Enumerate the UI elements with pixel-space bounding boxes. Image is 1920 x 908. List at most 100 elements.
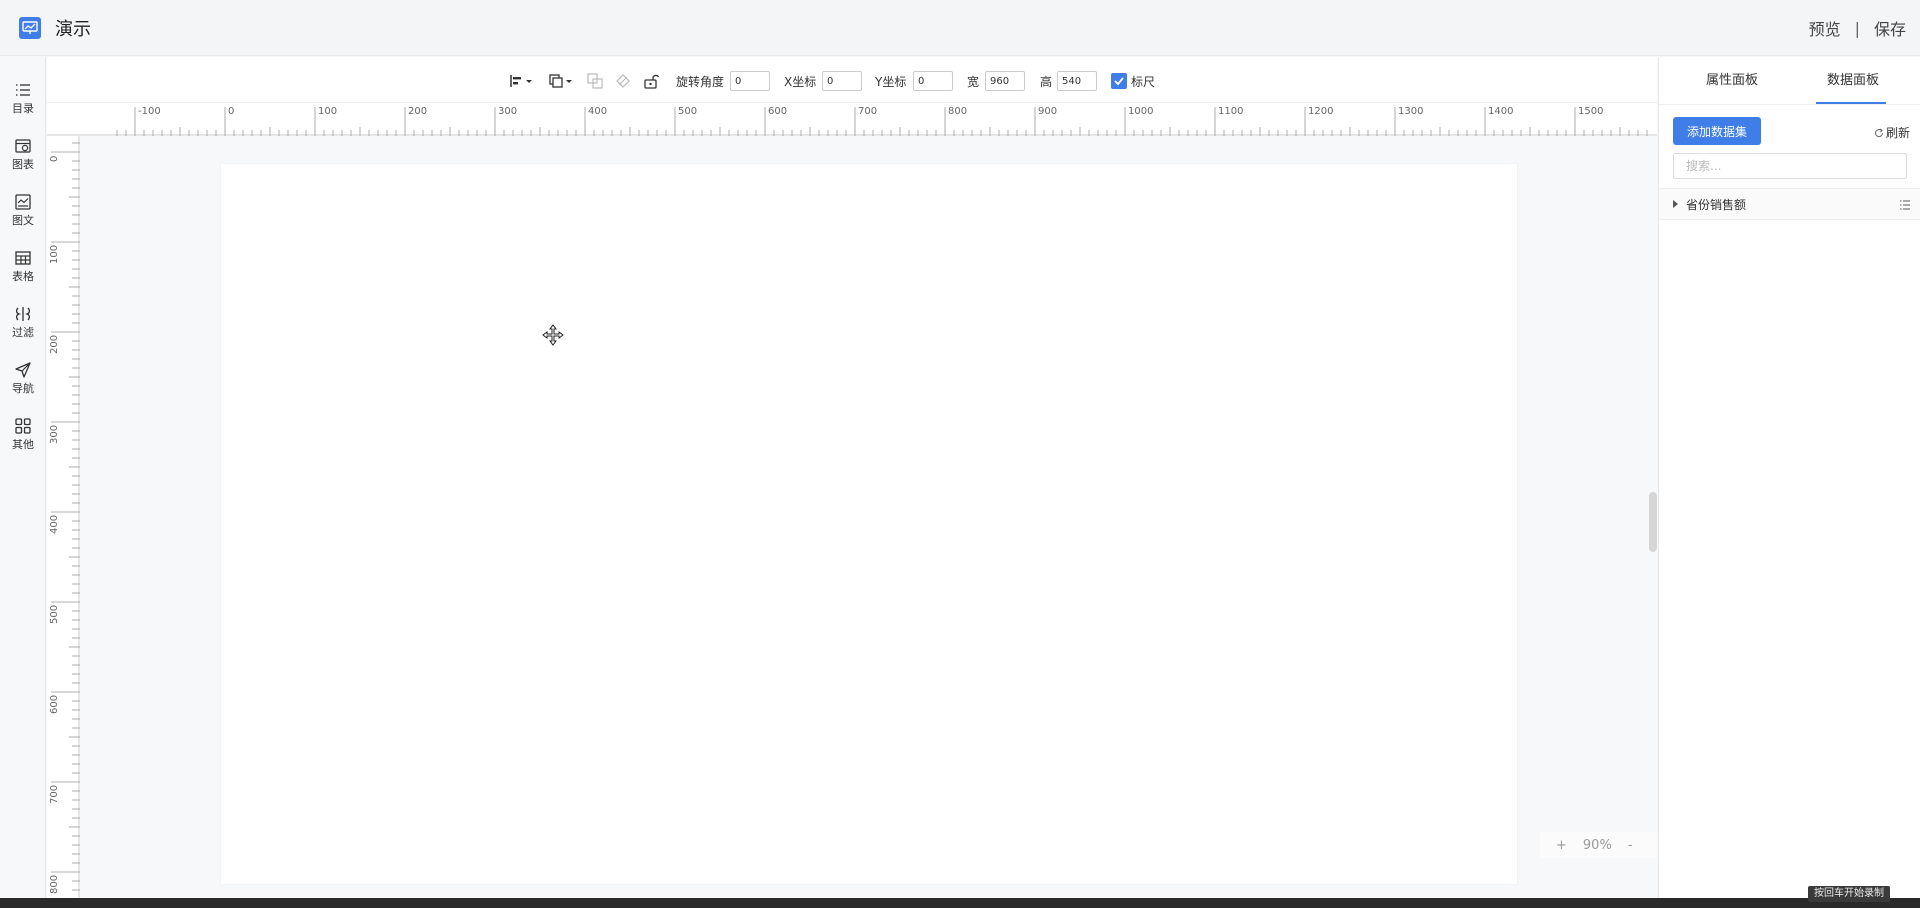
layer-icon (549, 74, 572, 88)
ruler-tick-label: 500 (49, 605, 60, 624)
sidebar-item-catalog[interactable]: 目录 (0, 81, 46, 125)
y-coordinate-label: Y坐标 (875, 74, 907, 89)
caret-right-icon[interactable] (1673, 200, 1678, 208)
dataset-item[interactable]: 省份销售额 (1659, 188, 1920, 220)
group-icon[interactable] (587, 71, 603, 91)
ungroup-icon[interactable] (615, 71, 631, 91)
sidebar-item-table[interactable]: 表格 (0, 249, 46, 293)
right-panel: 属性面板 数据面板 添加数据集 刷新 省份销售额 (1658, 57, 1920, 898)
ruler-tick-label: 100 (318, 106, 337, 117)
layer-dropdown[interactable] (549, 71, 573, 91)
ruler-tick-label: 800 (948, 106, 967, 117)
save-button[interactable]: 保存 (1874, 16, 1906, 40)
canvas-area[interactable]: + 90% - (80, 136, 1657, 898)
monitor-chart-icon (19, 16, 41, 39)
refresh-icon (1874, 128, 1883, 137)
checkbox-checked-icon (1111, 73, 1127, 89)
vertical-scrollbar[interactable] (1649, 492, 1657, 552)
zoom-out-button[interactable]: - (1628, 838, 1633, 853)
align-dropdown[interactable] (509, 71, 533, 91)
width-label: 宽 (967, 74, 980, 89)
x-coordinate-label: X坐标 (784, 74, 817, 89)
list-icon (16, 84, 30, 96)
zoom-in-button[interactable]: + (1556, 838, 1567, 853)
bottom-status-strip (0, 898, 1920, 908)
tab-data[interactable]: 数据面板 (1827, 69, 1879, 88)
sidebar-item-label: 图表 (12, 158, 34, 171)
sidebar-item-label: 导航 (12, 382, 34, 395)
move-cursor-icon (542, 324, 564, 346)
ruler-tick-label: 400 (49, 515, 60, 534)
sidebar-item-chart[interactable]: 图表 (0, 137, 46, 181)
horizontal-ruler: -100 0 100 200 300 400 500 600 700 800 900 1000 1100… (47, 103, 1657, 136)
ruler-label: 标尺 (1131, 74, 1156, 89)
grid-icon (15, 418, 31, 434)
tab-properties[interactable]: 属性面板 (1706, 69, 1758, 88)
component-sidebar: 目录 图表 图文 表格 过滤 导航 其他 (0, 57, 46, 898)
ruler-tick-label: 1100 (1218, 106, 1243, 117)
width-input[interactable] (985, 71, 1025, 91)
zoom-level: 90% (1582, 837, 1612, 853)
vertical-ruler: 0 100 200 300 400 500 600 700 800 (47, 136, 80, 898)
list-icon[interactable] (1899, 199, 1911, 211)
ruler-tick-label: -100 (138, 106, 161, 117)
dataset-name: 省份销售额 (1686, 197, 1747, 212)
ruler-tick-label: 0 (49, 156, 60, 162)
recording-hint: 按回车开始录制 (1808, 886, 1890, 902)
ruler-tick-label: 500 (678, 106, 697, 117)
refresh-button[interactable]: 刷新 (1874, 124, 1910, 141)
height-input[interactable] (1057, 71, 1097, 91)
ruler-tick-label: 900 (1038, 106, 1057, 117)
dataset-search-input[interactable] (1673, 153, 1907, 179)
ruler-tick-label: 300 (498, 106, 517, 117)
ruler-tick-label: 300 (49, 425, 60, 444)
align-left-icon (510, 75, 532, 87)
sidebar-item-navigation[interactable]: 导航 (0, 361, 46, 405)
rotation-input[interactable] (730, 71, 770, 91)
ruler-tick-label: 1000 (1128, 106, 1153, 117)
chart-icon (15, 139, 31, 153)
height-label: 高 (1040, 74, 1053, 89)
page-title: 演示 (55, 18, 91, 40)
table-icon (15, 251, 31, 265)
ruler-tick-label: 200 (408, 106, 427, 117)
ruler-tick-label: 700 (858, 106, 877, 117)
sidebar-item-label: 目录 (12, 102, 34, 115)
image-text-icon (15, 194, 31, 210)
canvas-page[interactable] (221, 164, 1517, 884)
ruler-tick-label: 1500 (1578, 106, 1603, 117)
ruler-tick-label: 1400 (1488, 106, 1513, 117)
ruler-tick-label: 800 (49, 875, 60, 894)
add-dataset-button[interactable]: 添加数据集 (1673, 117, 1761, 145)
ruler-tick-label: 1200 (1308, 106, 1333, 117)
ruler-tick-label: 600 (49, 695, 60, 714)
header-separator: | (1854, 18, 1860, 38)
header-actions: 预览 | 保存 (1809, 0, 1906, 56)
ruler-tick-label: 0 (228, 106, 234, 117)
ruler-tick-label: 200 (49, 335, 60, 354)
sidebar-item-label: 表格 (12, 270, 34, 283)
sidebar-item-image-text[interactable]: 图文 (0, 193, 46, 237)
preview-button[interactable]: 预览 (1809, 16, 1841, 40)
app-header: 演示 预览 | 保存 (0, 0, 1920, 56)
ruler-tick-label: 400 (588, 106, 607, 117)
ruler-tick-label: 100 (49, 245, 60, 264)
vertical-ruler-scale: 0 100 200 300 400 500 600 700 800 (49, 136, 80, 898)
sidebar-item-other[interactable]: 其他 (0, 417, 46, 461)
refresh-label: 刷新 (1885, 126, 1910, 140)
ruler-toggle[interactable]: 标尺 (1111, 71, 1155, 91)
horizontal-ruler-scale: -100 0 100 200 300 400 500 600 700 800 900 1000 1100… (47, 106, 1657, 136)
property-toolbar: 旋转角度 X坐标 Y坐标 宽 高 标尺 (47, 57, 1657, 103)
x-coordinate-input[interactable] (822, 71, 862, 91)
ruler-tick-label: 700 (49, 785, 60, 804)
sidebar-item-filter[interactable]: 过滤 (0, 305, 46, 349)
sidebar-item-label: 图文 (12, 214, 34, 227)
ruler-tick-label: 1300 (1398, 106, 1423, 117)
y-coordinate-input[interactable] (913, 71, 953, 91)
sidebar-item-label: 其他 (12, 438, 34, 451)
panel-tabs: 属性面板 数据面板 (1659, 57, 1920, 105)
unlock-icon[interactable] (643, 71, 659, 91)
ruler-tick-label: 600 (768, 106, 787, 117)
sidebar-item-label: 过滤 (12, 326, 34, 339)
active-tab-indicator (1816, 102, 1886, 104)
